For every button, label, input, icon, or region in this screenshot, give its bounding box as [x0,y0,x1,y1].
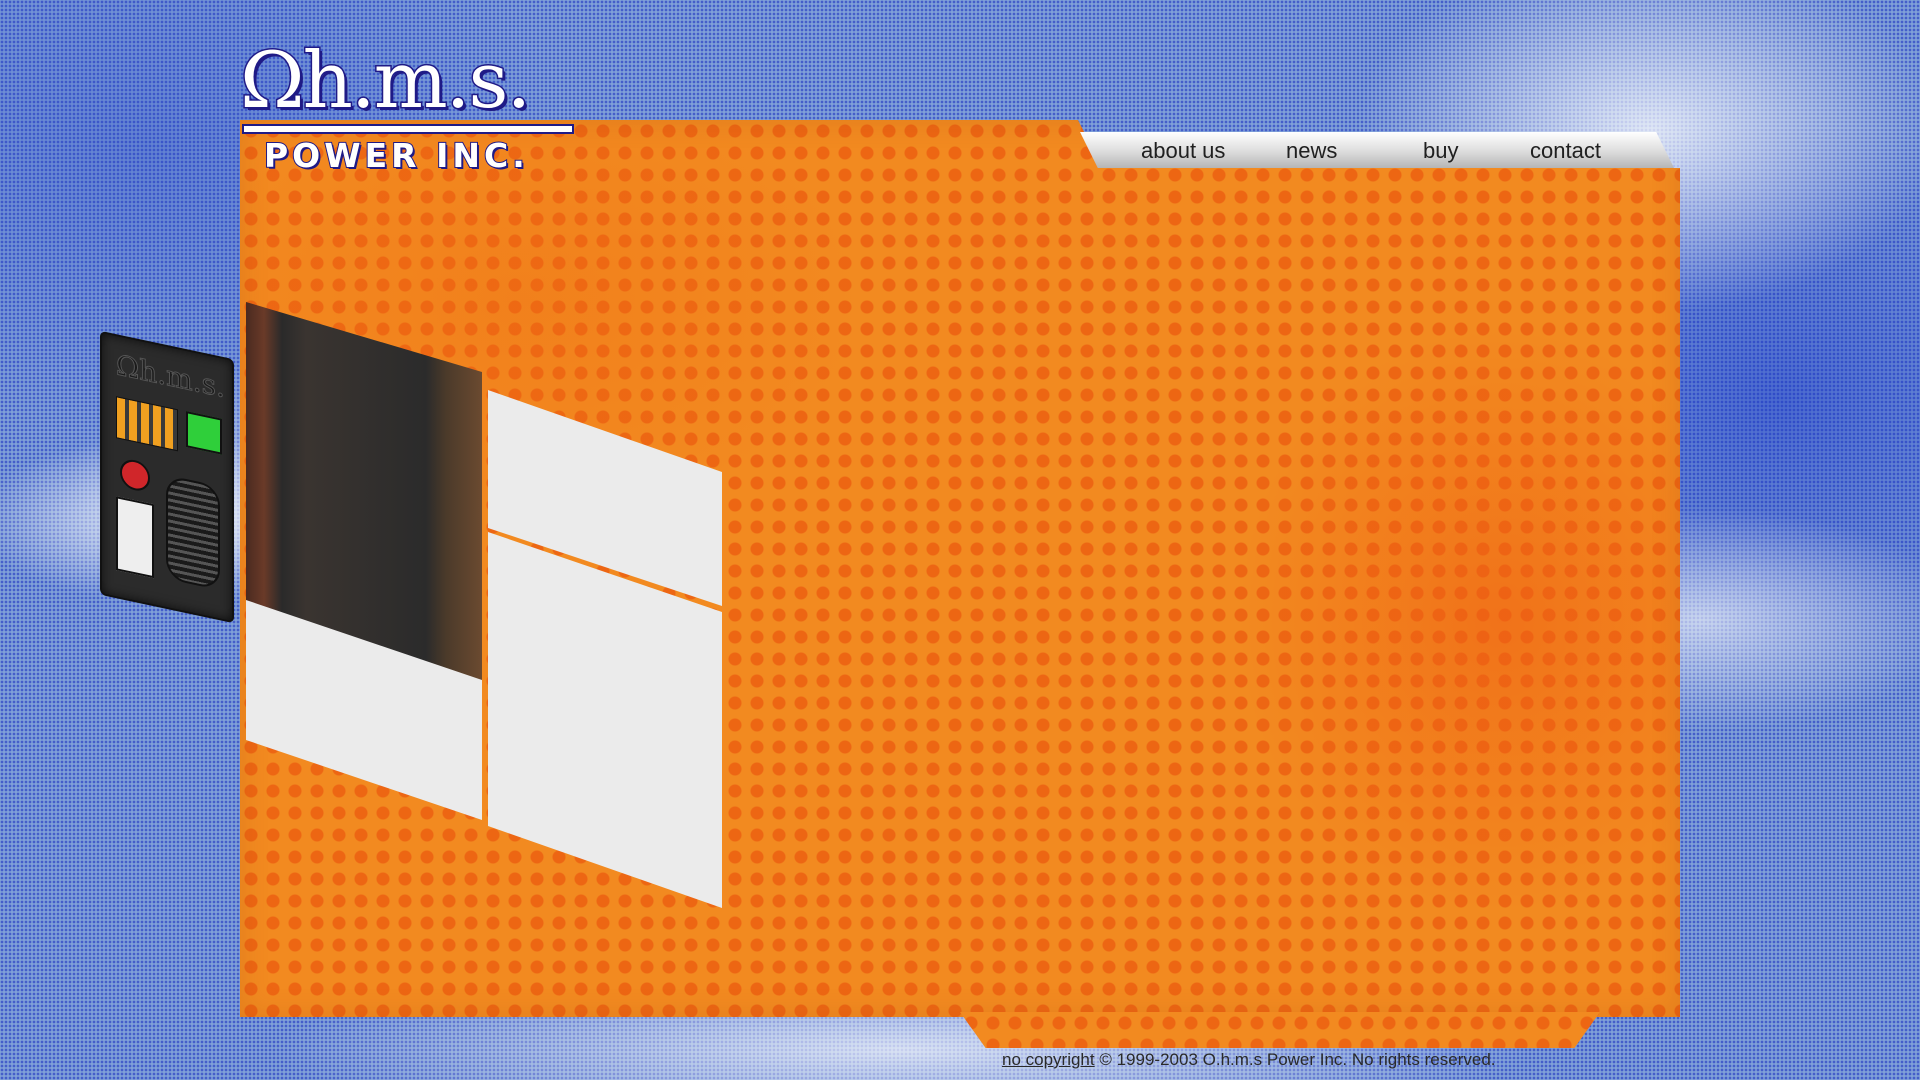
footer-copyright-text: © 1999-2003 O.h.m.s Power Inc. No rights… [1094,1050,1496,1069]
nav-contact[interactable]: contact [1530,138,1601,164]
indicator-lights-icon [116,396,178,452]
no-copyright-link[interactable]: no copyright [1002,1050,1095,1069]
green-button-icon [186,411,222,455]
logo-power-inc: POWER INC. [263,135,529,176]
nav-news[interactable]: news [1286,138,1337,164]
power-outlet-icon [116,496,154,579]
panel-bottom-tab [960,1012,1600,1048]
power-device-image: Ωh.m.s. [100,330,234,624]
site-logo[interactable]: Ωh.m.s. POWER INC. [238,36,580,178]
coiled-cable-icon [166,474,220,591]
footer-copyright: no copyright © 1999-2003 O.h.m.s Power I… [1002,1050,1496,1070]
logo-ohms-wordmark: Ωh.m.s. [238,36,532,126]
red-button-icon [120,457,150,494]
main-nav: about us news buy contact [1080,132,1674,168]
device-logo-text: Ωh.m.s. [116,348,226,405]
logo-underline [242,124,574,134]
nav-buy[interactable]: buy [1423,138,1458,164]
nav-about-us[interactable]: about us [1141,138,1225,164]
